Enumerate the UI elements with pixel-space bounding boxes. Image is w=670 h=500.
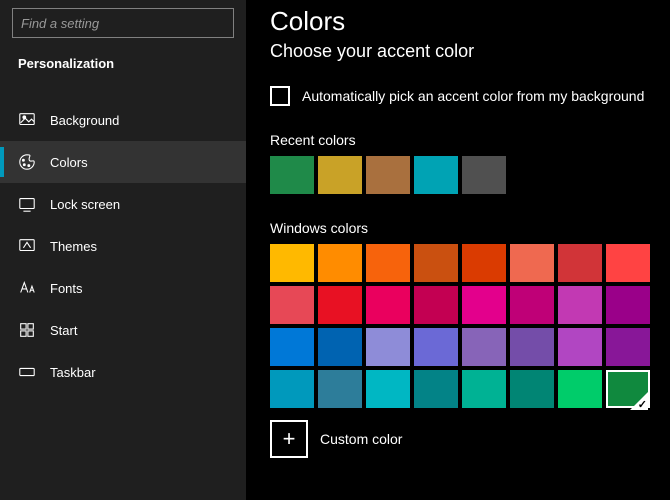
auto-color-label: Automatically pick an accent color from … xyxy=(302,88,644,104)
auto-color-row[interactable]: Automatically pick an accent color from … xyxy=(270,86,670,106)
auto-color-checkbox[interactable] xyxy=(270,86,290,106)
color-swatch[interactable] xyxy=(558,328,602,366)
sidebar-item-label: Themes xyxy=(50,239,97,254)
windows-colors-heading: Windows colors xyxy=(270,220,670,236)
color-swatch[interactable] xyxy=(414,370,458,408)
lockscreen-icon xyxy=(18,195,36,213)
sidebar-item-label: Fonts xyxy=(50,281,83,296)
color-swatch[interactable] xyxy=(366,286,410,324)
color-swatch[interactable] xyxy=(462,370,506,408)
sidebar-item-colors[interactable]: Colors xyxy=(0,141,246,183)
color-swatch[interactable] xyxy=(510,370,554,408)
color-swatch[interactable] xyxy=(606,286,650,324)
colors-icon xyxy=(18,153,36,171)
color-swatch[interactable] xyxy=(318,328,362,366)
page-subtitle: Choose your accent color xyxy=(270,41,670,62)
start-icon xyxy=(18,321,36,339)
color-swatch[interactable] xyxy=(414,328,458,366)
taskbar-icon xyxy=(18,363,36,381)
sidebar-item-label: Start xyxy=(50,323,77,338)
sidebar-item-lockscreen[interactable]: Lock screen xyxy=(0,183,246,225)
color-swatch[interactable] xyxy=(414,286,458,324)
color-swatch[interactable] xyxy=(270,286,314,324)
color-swatch[interactable] xyxy=(318,244,362,282)
themes-icon xyxy=(18,237,36,255)
search-input[interactable] xyxy=(21,16,225,31)
sidebar-item-label: Lock screen xyxy=(50,197,120,212)
color-swatch[interactable] xyxy=(558,244,602,282)
sidebar-item-background[interactable]: Background xyxy=(0,99,246,141)
section-title: Personalization xyxy=(0,52,246,83)
color-swatch[interactable] xyxy=(606,244,650,282)
color-swatch[interactable] xyxy=(510,286,554,324)
sidebar-item-label: Taskbar xyxy=(50,365,96,380)
color-swatch[interactable] xyxy=(270,370,314,408)
color-row xyxy=(270,328,650,366)
color-swatch[interactable] xyxy=(318,286,362,324)
recent-colors-heading: Recent colors xyxy=(270,132,670,148)
color-swatch[interactable] xyxy=(510,328,554,366)
main-panel: Colors Choose your accent color Automati… xyxy=(246,0,670,500)
color-swatch[interactable] xyxy=(270,328,314,366)
nav-list: Background Colors Lock screen Themes Fonts St… xyxy=(0,99,246,393)
custom-color-row: + Custom color xyxy=(270,420,670,458)
custom-color-label: Custom color xyxy=(320,431,402,447)
windows-colors-grid xyxy=(270,244,650,408)
color-swatch[interactable] xyxy=(462,244,506,282)
color-swatch[interactable] xyxy=(558,370,602,408)
color-swatch[interactable] xyxy=(606,328,650,366)
color-swatch[interactable] xyxy=(318,370,362,408)
fonts-icon xyxy=(18,279,36,297)
custom-color-button[interactable]: + xyxy=(270,420,308,458)
sidebar-item-label: Background xyxy=(50,113,119,128)
color-swatch[interactable] xyxy=(366,370,410,408)
sidebar-item-themes[interactable]: Themes xyxy=(0,225,246,267)
color-swatch[interactable] xyxy=(270,244,314,282)
recent-color-swatch[interactable] xyxy=(270,156,314,194)
sidebar-item-start[interactable]: Start xyxy=(0,309,246,351)
page-title: Colors xyxy=(270,6,670,37)
color-swatch[interactable] xyxy=(414,244,458,282)
color-swatch[interactable] xyxy=(462,286,506,324)
color-row xyxy=(270,286,650,324)
recent-colors-row xyxy=(270,156,670,194)
color-swatch[interactable] xyxy=(558,286,602,324)
sidebar: Personalization Background Colors Lock scr… xyxy=(0,0,246,500)
sidebar-item-label: Colors xyxy=(50,155,88,170)
plus-icon: + xyxy=(283,426,296,452)
selected-check-icon xyxy=(630,392,648,410)
color-swatch[interactable] xyxy=(366,244,410,282)
background-icon xyxy=(18,111,36,129)
recent-color-swatch[interactable] xyxy=(366,156,410,194)
recent-color-swatch[interactable] xyxy=(318,156,362,194)
recent-color-swatch[interactable] xyxy=(414,156,458,194)
sidebar-item-taskbar[interactable]: Taskbar xyxy=(0,351,246,393)
search-box[interactable] xyxy=(12,8,234,38)
sidebar-item-fonts[interactable]: Fonts xyxy=(0,267,246,309)
color-swatch[interactable] xyxy=(606,370,650,408)
color-swatch[interactable] xyxy=(462,328,506,366)
color-row xyxy=(270,370,650,408)
color-swatch[interactable] xyxy=(366,328,410,366)
color-swatch[interactable] xyxy=(510,244,554,282)
color-row xyxy=(270,244,650,282)
recent-color-swatch[interactable] xyxy=(462,156,506,194)
